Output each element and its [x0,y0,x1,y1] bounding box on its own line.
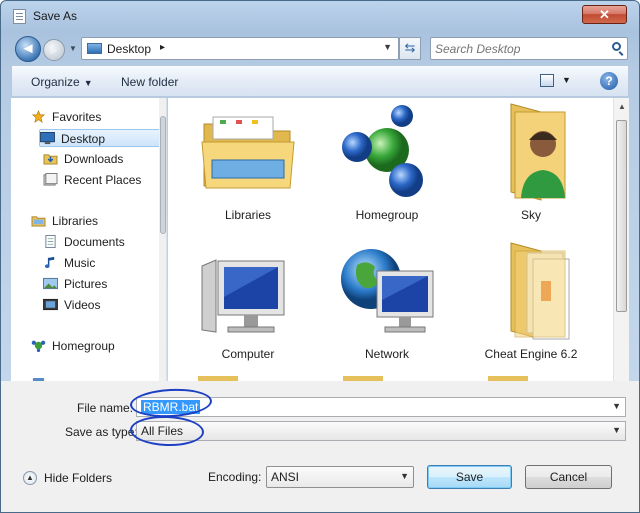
chevron-down-icon[interactable]: ▼ [400,471,409,481]
sidebar-item-documents[interactable]: Documents [43,233,166,251]
sidebar-item-label: Pictures [64,277,108,291]
file-item-label: Homegroup [355,208,419,222]
sidebar-item-label: Music [64,256,96,270]
refresh-button[interactable]: ⇆ [399,37,421,60]
notepad-icon [13,9,26,24]
star-icon [31,110,46,123]
encoding-label: Encoding: [208,470,262,484]
new-folder-button[interactable]: New folder [121,75,178,89]
chevron-down-icon: ▼ [83,78,93,88]
sidebar-item-label: Videos [64,298,101,312]
desktop-icon [87,43,102,54]
sidebar-item-downloads[interactable]: Downloads [43,150,166,168]
save-as-dialog: Save As ✕ ◄ ► ▼ Desktop ▸ ▼ ⇆ Organize▼ … [0,0,640,513]
desktop-icon [40,132,55,145]
sidebar-item-label: Desktop [61,132,106,146]
file-item-label: Libraries [224,208,272,222]
library-icon [31,216,46,227]
sidebar-scrollbar[interactable] [159,98,166,381]
file-item-label: Computer [221,347,275,361]
organize-label: Organize [31,75,80,89]
back-button[interactable]: ◄ [15,36,41,62]
sidebar-item-favorites[interactable]: Favorites [31,108,166,126]
file-item-computer[interactable]: Computer [173,237,303,367]
sidebar-item-desktop[interactable]: Desktop [39,129,166,147]
sidebar-item-label: Libraries [52,214,99,228]
save-as-type-label: Save as type: [65,425,138,439]
cancel-button[interactable]: Cancel [525,465,612,489]
sidebar-item-recent-places[interactable]: Recent Places [43,171,166,189]
view-options-icon[interactable] [540,74,554,87]
sidebar-item-label: Downloads [64,152,124,166]
file-item-homegroup[interactable]: Homegroup [312,98,442,228]
music-icon [44,256,55,269]
navigation-pane: Favorites Desktop Downloads Recent Place… [11,98,167,381]
search-input[interactable] [435,41,603,56]
chevron-down-icon[interactable]: ▼ [612,401,621,411]
sidebar-item-label: Homegroup [52,339,115,353]
sidebar-item-label: Favorites [52,110,102,124]
help-icon[interactable]: ? [600,72,618,90]
recent-places-icon [43,173,58,186]
libraries-folder-icon [201,116,295,189]
chevron-down-icon[interactable]: ▼ [383,42,392,52]
sidebar-item-label: Documents [64,235,125,249]
sidebar-item-libraries[interactable]: Libraries [31,212,166,230]
chevron-right-icon[interactable]: ▸ [160,42,165,53]
address-bar[interactable]: Desktop ▸ ▼ [81,37,399,60]
save-button[interactable]: Save [427,465,512,489]
pictures-icon [43,277,58,290]
file-item-cheat-engine[interactable]: Cheat Engine 6.2 [456,237,586,367]
file-item-network[interactable]: Network [312,237,442,367]
file-item-label: Network [364,347,409,361]
encoding-select[interactable]: ANSI ▼ [266,466,414,488]
sidebar-item-pictures[interactable]: Pictures [43,275,166,293]
save-options-panel: File name: RBMR.bat ▼ Save as type: All … [1,381,639,512]
file-list-scrollbar[interactable]: ▲ [613,98,629,381]
folder-icon [510,242,570,340]
sidebar-item-music[interactable]: Music [43,254,166,272]
computer-icon [201,259,285,333]
chevron-down-icon[interactable]: ▼ [562,75,571,85]
hide-folders-label: Hide Folders [44,471,113,485]
file-item-label: Cheat Engine 6.2 [484,347,578,361]
address-crumb-desktop[interactable]: Desktop [107,42,151,56]
search-icon[interactable] [612,42,621,51]
network-icon [341,249,434,333]
search-box[interactable] [430,37,628,60]
save-as-type-select[interactable]: All Files ▼ [136,421,626,441]
recent-locations-dropdown[interactable]: ▼ [69,44,77,53]
sidebar-scroll-thumb[interactable] [160,116,166,234]
homegroup-spheres-icon [342,105,423,197]
chevron-down-icon[interactable]: ▼ [612,425,621,435]
sidebar-item-label: Recent Places [64,173,142,187]
file-list-scroll-thumb[interactable] [616,120,627,312]
file-name-label: File name: [77,401,134,415]
homegroup-icon [31,340,46,352]
command-bar: Organize ▼ New folder ▼ ? [11,65,629,97]
file-item-libraries[interactable]: Libraries [173,98,303,228]
sidebar-item-homegroup[interactable]: Homegroup [31,337,166,355]
forward-button[interactable]: ► [43,39,65,61]
scroll-up-arrow[interactable]: ▲ [618,102,626,111]
close-button[interactable]: ✕ [582,5,627,24]
file-list-pane: Libraries Homegroup Sky Computer Network… [168,98,629,381]
downloads-icon [43,154,58,165]
title-bar: Save As ✕ [1,1,639,31]
file-item-label: Sky [520,208,541,222]
chevron-up-icon: ▲ [23,471,37,485]
videos-icon [43,298,58,311]
organize-button[interactable]: Organize ▼ [31,75,93,89]
window-title: Save As [33,9,78,23]
user-folder-icon [510,103,566,201]
encoding-value: ANSI [271,470,300,484]
ink-annotation-circle [129,414,205,448]
file-item-sky[interactable]: Sky [456,98,586,228]
documents-icon [45,235,56,248]
sidebar-item-videos[interactable]: Videos [43,296,166,314]
